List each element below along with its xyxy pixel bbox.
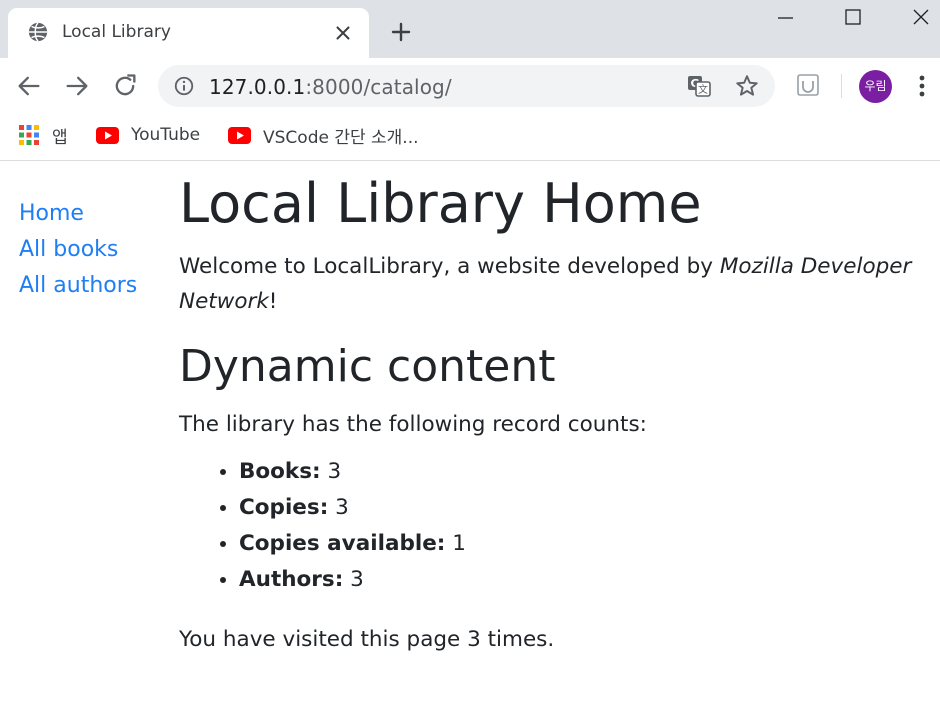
page-title: Local Library Home bbox=[179, 172, 702, 235]
svg-text:文: 文 bbox=[698, 83, 708, 96]
list-item: Authors: 3 bbox=[239, 562, 919, 598]
translate-icon[interactable]: G 文 bbox=[686, 73, 712, 99]
bookmark-youtube[interactable]: YouTube bbox=[96, 122, 200, 148]
star-icon[interactable] bbox=[734, 73, 760, 99]
minimize-icon[interactable] bbox=[770, 4, 800, 34]
globe-icon bbox=[28, 22, 48, 42]
url-path: :8000/catalog/ bbox=[305, 75, 452, 99]
window-close-icon[interactable] bbox=[906, 4, 936, 34]
youtube-icon bbox=[96, 126, 119, 144]
kebab-icon[interactable] bbox=[910, 72, 934, 100]
page-content: Home All books All authors Local Library… bbox=[0, 162, 940, 715]
count-value: 1 bbox=[452, 531, 466, 556]
back-icon[interactable] bbox=[15, 72, 43, 100]
bookmarks-bar: 앱 YouTube VSCode 간단 소개... bbox=[0, 114, 940, 161]
maximize-icon[interactable] bbox=[838, 4, 868, 34]
close-icon[interactable] bbox=[332, 22, 354, 44]
welcome-suffix: ! bbox=[268, 289, 278, 314]
reload-icon[interactable] bbox=[111, 72, 139, 100]
record-counts-list: Books: 3 Copies: 3 Copies available: 1 A… bbox=[179, 454, 919, 598]
address-bar[interactable]: 127.0.0.1:8000/catalog/ G 文 bbox=[158, 65, 775, 107]
sidebar-link-all-books[interactable]: All books bbox=[19, 232, 137, 268]
visits-text: You have visited this page 3 times. bbox=[179, 627, 555, 652]
tab-title: Local Library bbox=[62, 22, 171, 42]
count-value: 3 bbox=[335, 495, 349, 520]
count-value: 3 bbox=[350, 567, 364, 592]
bookmark-label: 앱 bbox=[52, 127, 68, 148]
url-text: 127.0.0.1:8000/catalog/ bbox=[209, 75, 452, 99]
info-icon[interactable] bbox=[173, 75, 195, 97]
count-label: Copies: bbox=[239, 495, 329, 520]
list-item: Books: 3 bbox=[239, 454, 919, 490]
count-label: Books: bbox=[239, 459, 321, 484]
bookmark-apps[interactable]: 앱 bbox=[18, 122, 68, 148]
bookmark-label: YouTube bbox=[131, 125, 201, 145]
tab-local-library[interactable]: Local Library bbox=[8, 8, 369, 58]
tab-strip: Local Library bbox=[0, 0, 940, 58]
plus-icon[interactable] bbox=[389, 20, 413, 44]
toolbar-separator bbox=[841, 74, 842, 98]
count-value: 3 bbox=[327, 459, 342, 484]
welcome-prefix: Welcome to LocalLibrary, a website devel… bbox=[179, 254, 720, 279]
extension-icon[interactable] bbox=[796, 73, 820, 97]
forward-icon[interactable] bbox=[63, 72, 91, 100]
apps-icon bbox=[19, 125, 39, 145]
sidebar-link-all-authors[interactable]: All authors bbox=[19, 268, 137, 304]
youtube-icon bbox=[228, 126, 251, 144]
bookmark-vscode[interactable]: VSCode 간단 소개... bbox=[228, 122, 419, 148]
welcome-text: Welcome to LocalLibrary, a website devel… bbox=[179, 249, 919, 319]
count-label: Authors: bbox=[239, 567, 344, 592]
main-content: Local Library Home Welcome to LocalLibra… bbox=[179, 166, 919, 657]
avatar[interactable]: 우림 bbox=[859, 70, 892, 103]
toolbar: 127.0.0.1:8000/catalog/ G 文 우림 bbox=[0, 58, 940, 114]
section-title: Dynamic content bbox=[179, 341, 556, 392]
bookmark-label: VSCode 간단 소개... bbox=[263, 127, 419, 148]
sidebar-nav: Home All books All authors bbox=[19, 196, 137, 304]
count-label: Copies available: bbox=[239, 531, 446, 556]
url-host: 127.0.0.1 bbox=[209, 75, 306, 99]
list-item: Copies: 3 bbox=[239, 490, 919, 526]
counts-intro: The library has the following record cou… bbox=[179, 412, 647, 437]
list-item: Copies available: 1 bbox=[239, 526, 919, 562]
sidebar-link-home[interactable]: Home bbox=[19, 196, 137, 232]
